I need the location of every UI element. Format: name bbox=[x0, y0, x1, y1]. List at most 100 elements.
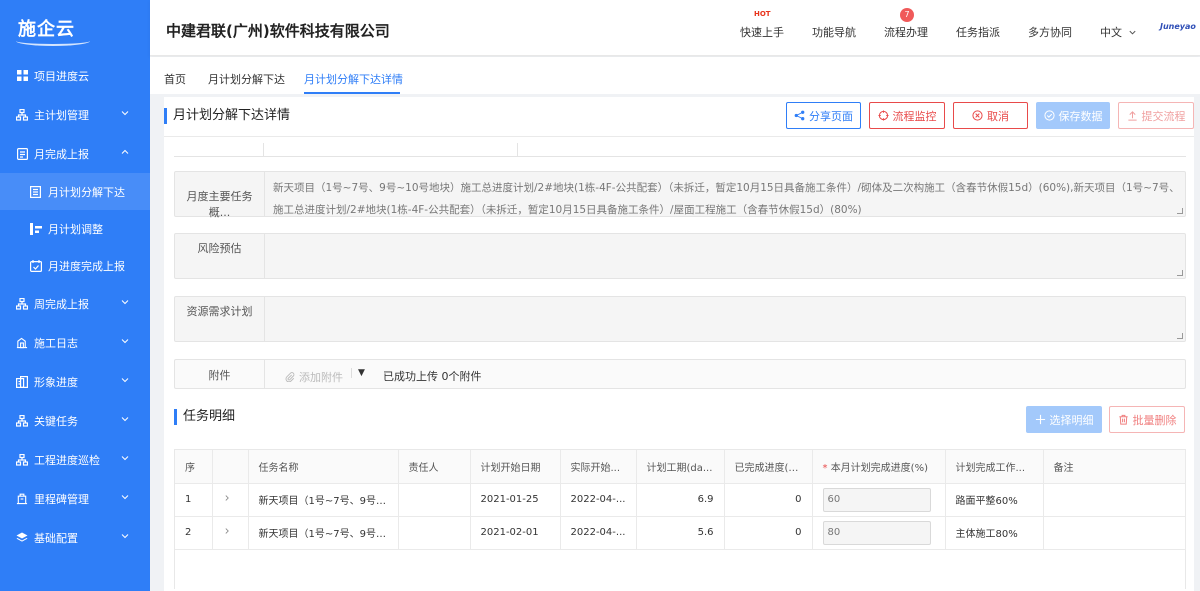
risk-textarea[interactable] bbox=[265, 234, 1185, 278]
sidebar-item-label: 里程碑管理 bbox=[34, 492, 89, 506]
tab-monthly-plan-breakdown[interactable]: 月计划分解下达 bbox=[208, 71, 285, 87]
column-header[interactable]: 计划工期(da... bbox=[636, 450, 725, 484]
chevron-down-icon bbox=[121, 534, 129, 539]
nav-function-guide[interactable]: 功能导航 bbox=[812, 24, 856, 40]
save-data-button[interactable]: 保存数据 bbox=[1036, 102, 1110, 129]
sidebar-item-progress-inspection[interactable]: 工程进度巡检 bbox=[0, 440, 150, 479]
log-icon bbox=[16, 337, 28, 349]
column-header[interactable]: 任务名称 bbox=[248, 450, 399, 484]
button-label: 选择明细 bbox=[1049, 413, 1094, 427]
expand-row-button[interactable] bbox=[212, 516, 249, 550]
cell-actual-start: 2022-04-... bbox=[560, 483, 637, 517]
sidebar-item-label: 施工日志 bbox=[34, 336, 78, 350]
sidebar-item-base-config[interactable]: 基础配置 bbox=[0, 518, 150, 557]
sidebar-item-label: 月计划调整 bbox=[48, 222, 103, 236]
cell-note bbox=[1043, 516, 1186, 550]
check-calendar-icon bbox=[30, 259, 42, 272]
milestone-icon bbox=[16, 493, 28, 505]
table-row[interactable]: 2 新天项目（1号~7号、9号~1... 2021-02-01 2022-04-… bbox=[175, 516, 1186, 550]
nav-quick-start[interactable]: HOT 快速上手 bbox=[740, 10, 784, 40]
column-header-label: 本月计划完成进度(%) bbox=[830, 462, 928, 474]
attachment-dropdown-caret-icon[interactable]: ▼ bbox=[351, 368, 365, 378]
chevron-down-icon bbox=[121, 378, 129, 383]
column-header[interactable]: 责任人 bbox=[398, 450, 471, 484]
sidebar-item-label: 基础配置 bbox=[34, 531, 78, 545]
column-header[interactable]: 计划开始日期 bbox=[470, 450, 561, 484]
task-detail-table: 序 任务名称 责任人 计划开始日期 实际开始... 计划工期(da... 已完成… bbox=[174, 449, 1186, 589]
resize-handle[interactable] bbox=[1177, 333, 1183, 339]
sidebar-item-label: 月完成上报 bbox=[34, 147, 89, 161]
chevron-right-icon bbox=[224, 495, 229, 501]
plus-icon bbox=[1035, 414, 1045, 425]
building-icon bbox=[16, 375, 28, 388]
month-plan-input[interactable]: 60 bbox=[822, 487, 931, 512]
sidebar-item-visual-progress[interactable]: 形象进度 bbox=[0, 362, 150, 401]
sidebar-item-key-tasks[interactable]: 关键任务 bbox=[0, 401, 150, 440]
button-label: 批量删除 bbox=[1132, 413, 1177, 427]
column-header[interactable]: 实际开始... bbox=[560, 450, 637, 484]
button-label: 流程监控 bbox=[892, 109, 937, 123]
share-page-button[interactable]: 分享页面 bbox=[786, 102, 861, 129]
cell-work: 主体施工80% bbox=[945, 516, 1044, 550]
button-label: 添加附件 bbox=[299, 371, 343, 384]
chevron-down-icon bbox=[121, 111, 129, 116]
table-row[interactable]: 1 新天项目（1号~7号、9号~1... 2021-01-25 2022-04-… bbox=[175, 483, 1186, 517]
submit-process-button[interactable]: 提交流程 bbox=[1118, 102, 1194, 129]
page-title: 月计划分解下达详情 bbox=[164, 108, 290, 124]
sidebar-item-milestones[interactable]: 里程碑管理 bbox=[0, 479, 150, 518]
sidebar-item-weekly-report[interactable]: 周完成上报 bbox=[0, 284, 150, 323]
sidebar-item-construction-log[interactable]: 施工日志 bbox=[0, 323, 150, 362]
cancel-button[interactable]: 取消 bbox=[953, 102, 1028, 129]
form-cell-edge bbox=[174, 143, 264, 157]
column-header[interactable]: 已完成进度(%) bbox=[724, 450, 813, 484]
nav-task-assign[interactable]: 任务指派 bbox=[956, 24, 1000, 40]
column-header[interactable]: 备注 bbox=[1043, 450, 1186, 484]
form-label: 风险预估 bbox=[175, 234, 265, 278]
hot-badge: HOT bbox=[754, 10, 771, 18]
resource-textarea[interactable] bbox=[265, 297, 1185, 341]
language-select[interactable]: 中文 bbox=[1100, 24, 1137, 40]
resize-handle[interactable] bbox=[1177, 208, 1183, 214]
sidebar-item-monthly-report[interactable]: 月完成上报 bbox=[0, 134, 150, 173]
textarea-line: 新天项目（1号~7号、9号~10号地块）施工总进度计划/2#地块(1栋-4F-公… bbox=[273, 182, 1177, 194]
column-header[interactable]: * 本月计划完成进度(%) bbox=[812, 450, 946, 484]
sidebar-item-monthly-progress-report[interactable]: 月进度完成上报 bbox=[0, 247, 150, 284]
chevron-down-icon bbox=[1129, 30, 1136, 35]
nav-process-handling[interactable]: 7 流程办理 bbox=[884, 8, 928, 40]
logo[interactable]: 施企云 bbox=[0, 0, 150, 56]
sidebar-item-monthly-plan-adjust[interactable]: 月计划调整 bbox=[0, 210, 150, 247]
tab-home[interactable]: 首页 bbox=[164, 71, 186, 87]
cell-owner bbox=[398, 483, 471, 517]
process-monitor-button[interactable]: 流程监控 bbox=[869, 102, 945, 129]
sidebar-item-master-plan[interactable]: 主计划管理 bbox=[0, 95, 150, 134]
sidebar-item-label: 主计划管理 bbox=[34, 108, 89, 122]
monthly-tasks-textarea[interactable]: 新天项目（1号~7号、9号~10号地块）施工总进度计划/2#地块(1栋-4F-公… bbox=[265, 172, 1185, 216]
expand-row-button[interactable] bbox=[212, 483, 249, 517]
nav-label: 流程办理 bbox=[884, 26, 928, 39]
cell-task-name: 新天项目（1号~7号、9号~1... bbox=[248, 516, 399, 550]
add-attachment-button[interactable]: 添加附件 bbox=[285, 369, 343, 385]
month-plan-input[interactable]: 80 bbox=[822, 520, 931, 545]
form-area: 月度主要任务概... 新天项目（1号~7号、9号~10号地块）施工总进度计划/2… bbox=[174, 143, 1186, 394]
layers-icon bbox=[16, 532, 28, 544]
tab-bar: 首页 月计划分解下达 月计划分解下达详情 bbox=[150, 57, 1200, 94]
cell-owner bbox=[398, 516, 471, 550]
cell-plan-start: 2021-02-01 bbox=[470, 516, 561, 550]
nav-multi-collab[interactable]: 多方协同 bbox=[1028, 24, 1072, 40]
form-label: 附件 bbox=[175, 360, 265, 388]
batch-delete-button[interactable]: 批量删除 bbox=[1109, 406, 1185, 433]
chevron-up-icon bbox=[121, 149, 129, 154]
cell-done: 0 bbox=[724, 483, 813, 517]
check-circle-icon bbox=[1043, 110, 1055, 121]
column-header[interactable]: 计划完成工作... bbox=[945, 450, 1044, 484]
tab-monthly-plan-breakdown-detail[interactable]: 月计划分解下达详情 bbox=[304, 71, 403, 87]
chevron-down-icon bbox=[121, 495, 129, 500]
company-name: 中建君联(广州)软件科技有限公司 bbox=[166, 22, 390, 40]
resize-handle[interactable] bbox=[1177, 270, 1183, 276]
select-detail-button[interactable]: 选择明细 bbox=[1026, 406, 1102, 433]
sidebar-item-monthly-plan-breakdown[interactable]: 月计划分解下达 bbox=[0, 173, 150, 210]
cell-duration: 6.9 bbox=[636, 483, 725, 517]
sidebar: 施企云 项目进度云 主计划管理 月完成上报 月计划分解下达 月计划调整 月进度完… bbox=[0, 0, 150, 591]
trash-icon bbox=[1118, 414, 1128, 425]
sidebar-item-project-progress[interactable]: 项目进度云 bbox=[0, 56, 150, 95]
